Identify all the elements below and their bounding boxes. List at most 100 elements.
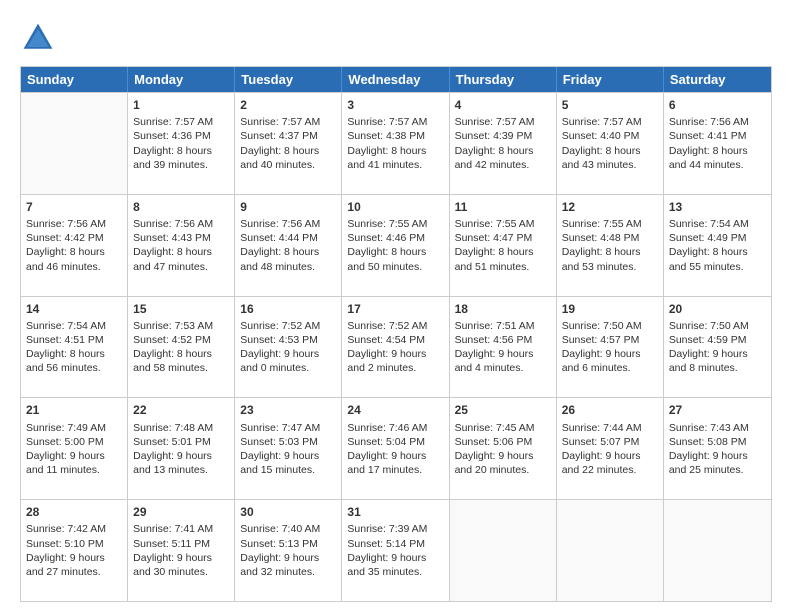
header-day-sunday: Sunday (21, 67, 128, 92)
daylight-text: Daylight: 8 hours and 44 minutes. (669, 145, 748, 171)
sunrise-text: Sunrise: 7:57 AM (240, 116, 320, 128)
sunrise-text: Sunrise: 7:43 AM (669, 422, 749, 434)
sunset-text: Sunset: 4:48 PM (562, 232, 640, 244)
daylight-text: Daylight: 9 hours and 17 minutes. (347, 450, 426, 476)
daylight-text: Daylight: 8 hours and 39 minutes. (133, 145, 212, 171)
day-number: 16 (240, 301, 336, 317)
sunset-text: Sunset: 4:51 PM (26, 334, 104, 346)
sunset-text: Sunset: 5:01 PM (133, 436, 211, 448)
day-number: 15 (133, 301, 229, 317)
day-cell-18: 18Sunrise: 7:51 AMSunset: 4:56 PMDayligh… (450, 297, 557, 398)
day-cell-4: 4Sunrise: 7:57 AMSunset: 4:39 PMDaylight… (450, 93, 557, 194)
empty-cell (664, 500, 771, 601)
day-cell-16: 16Sunrise: 7:52 AMSunset: 4:53 PMDayligh… (235, 297, 342, 398)
logo (20, 20, 62, 56)
sunrise-text: Sunrise: 7:52 AM (240, 320, 320, 332)
daylight-text: Daylight: 8 hours and 43 minutes. (562, 145, 641, 171)
day-number: 21 (26, 402, 122, 418)
sunset-text: Sunset: 4:59 PM (669, 334, 747, 346)
daylight-text: Daylight: 8 hours and 55 minutes. (669, 246, 748, 272)
day-number: 3 (347, 97, 443, 113)
header-day-wednesday: Wednesday (342, 67, 449, 92)
day-number: 7 (26, 199, 122, 215)
daylight-text: Daylight: 9 hours and 20 minutes. (455, 450, 534, 476)
day-number: 4 (455, 97, 551, 113)
day-number: 9 (240, 199, 336, 215)
header-day-thursday: Thursday (450, 67, 557, 92)
daylight-text: Daylight: 9 hours and 22 minutes. (562, 450, 641, 476)
day-cell-13: 13Sunrise: 7:54 AMSunset: 4:49 PMDayligh… (664, 195, 771, 296)
day-cell-3: 3Sunrise: 7:57 AMSunset: 4:38 PMDaylight… (342, 93, 449, 194)
day-cell-28: 28Sunrise: 7:42 AMSunset: 5:10 PMDayligh… (21, 500, 128, 601)
sunrise-text: Sunrise: 7:50 AM (562, 320, 642, 332)
sunset-text: Sunset: 4:47 PM (455, 232, 533, 244)
day-cell-27: 27Sunrise: 7:43 AMSunset: 5:08 PMDayligh… (664, 398, 771, 499)
day-number: 29 (133, 504, 229, 520)
header-day-tuesday: Tuesday (235, 67, 342, 92)
daylight-text: Daylight: 9 hours and 8 minutes. (669, 348, 748, 374)
day-cell-24: 24Sunrise: 7:46 AMSunset: 5:04 PMDayligh… (342, 398, 449, 499)
calendar: SundayMondayTuesdayWednesdayThursdayFrid… (20, 66, 772, 602)
sunrise-text: Sunrise: 7:57 AM (455, 116, 535, 128)
daylight-text: Daylight: 9 hours and 4 minutes. (455, 348, 534, 374)
sunrise-text: Sunrise: 7:45 AM (455, 422, 535, 434)
sunrise-text: Sunrise: 7:54 AM (669, 218, 749, 230)
daylight-text: Daylight: 9 hours and 2 minutes. (347, 348, 426, 374)
sunrise-text: Sunrise: 7:41 AM (133, 523, 213, 535)
calendar-body: 1Sunrise: 7:57 AMSunset: 4:36 PMDaylight… (21, 92, 771, 601)
sunrise-text: Sunrise: 7:46 AM (347, 422, 427, 434)
sunrise-text: Sunrise: 7:51 AM (455, 320, 535, 332)
day-number: 31 (347, 504, 443, 520)
day-cell-12: 12Sunrise: 7:55 AMSunset: 4:48 PMDayligh… (557, 195, 664, 296)
day-cell-10: 10Sunrise: 7:55 AMSunset: 4:46 PMDayligh… (342, 195, 449, 296)
daylight-text: Daylight: 8 hours and 48 minutes. (240, 246, 319, 272)
sunset-text: Sunset: 4:46 PM (347, 232, 425, 244)
sunrise-text: Sunrise: 7:48 AM (133, 422, 213, 434)
day-number: 23 (240, 402, 336, 418)
daylight-text: Daylight: 8 hours and 41 minutes. (347, 145, 426, 171)
daylight-text: Daylight: 9 hours and 11 minutes. (26, 450, 105, 476)
header-day-monday: Monday (128, 67, 235, 92)
day-cell-30: 30Sunrise: 7:40 AMSunset: 5:13 PMDayligh… (235, 500, 342, 601)
sunset-text: Sunset: 4:40 PM (562, 130, 640, 142)
sunset-text: Sunset: 5:13 PM (240, 538, 318, 550)
daylight-text: Daylight: 8 hours and 58 minutes. (133, 348, 212, 374)
sunrise-text: Sunrise: 7:44 AM (562, 422, 642, 434)
day-cell-7: 7Sunrise: 7:56 AMSunset: 4:42 PMDaylight… (21, 195, 128, 296)
sunset-text: Sunset: 4:41 PM (669, 130, 747, 142)
day-number: 6 (669, 97, 766, 113)
daylight-text: Daylight: 9 hours and 15 minutes. (240, 450, 319, 476)
page: SundayMondayTuesdayWednesdayThursdayFrid… (0, 0, 792, 612)
sunrise-text: Sunrise: 7:49 AM (26, 422, 106, 434)
day-cell-11: 11Sunrise: 7:55 AMSunset: 4:47 PMDayligh… (450, 195, 557, 296)
sunset-text: Sunset: 5:11 PM (133, 538, 210, 550)
week-row-2: 7Sunrise: 7:56 AMSunset: 4:42 PMDaylight… (21, 194, 771, 296)
header-day-friday: Friday (557, 67, 664, 92)
sunset-text: Sunset: 4:39 PM (455, 130, 533, 142)
sunrise-text: Sunrise: 7:56 AM (240, 218, 320, 230)
daylight-text: Daylight: 8 hours and 53 minutes. (562, 246, 641, 272)
day-number: 10 (347, 199, 443, 215)
sunset-text: Sunset: 4:37 PM (240, 130, 318, 142)
daylight-text: Daylight: 8 hours and 46 minutes. (26, 246, 105, 272)
day-number: 11 (455, 199, 551, 215)
sunset-text: Sunset: 5:10 PM (26, 538, 104, 550)
day-number: 28 (26, 504, 122, 520)
sunrise-text: Sunrise: 7:55 AM (347, 218, 427, 230)
day-cell-23: 23Sunrise: 7:47 AMSunset: 5:03 PMDayligh… (235, 398, 342, 499)
week-row-5: 28Sunrise: 7:42 AMSunset: 5:10 PMDayligh… (21, 499, 771, 601)
day-number: 18 (455, 301, 551, 317)
header-day-saturday: Saturday (664, 67, 771, 92)
daylight-text: Daylight: 9 hours and 27 minutes. (26, 552, 105, 578)
sunset-text: Sunset: 4:57 PM (562, 334, 640, 346)
day-number: 20 (669, 301, 766, 317)
day-cell-17: 17Sunrise: 7:52 AMSunset: 4:54 PMDayligh… (342, 297, 449, 398)
week-row-1: 1Sunrise: 7:57 AMSunset: 4:36 PMDaylight… (21, 92, 771, 194)
daylight-text: Daylight: 9 hours and 32 minutes. (240, 552, 319, 578)
daylight-text: Daylight: 8 hours and 51 minutes. (455, 246, 534, 272)
day-cell-2: 2Sunrise: 7:57 AMSunset: 4:37 PMDaylight… (235, 93, 342, 194)
day-cell-5: 5Sunrise: 7:57 AMSunset: 4:40 PMDaylight… (557, 93, 664, 194)
sunset-text: Sunset: 4:36 PM (133, 130, 211, 142)
daylight-text: Daylight: 9 hours and 35 minutes. (347, 552, 426, 578)
day-cell-31: 31Sunrise: 7:39 AMSunset: 5:14 PMDayligh… (342, 500, 449, 601)
